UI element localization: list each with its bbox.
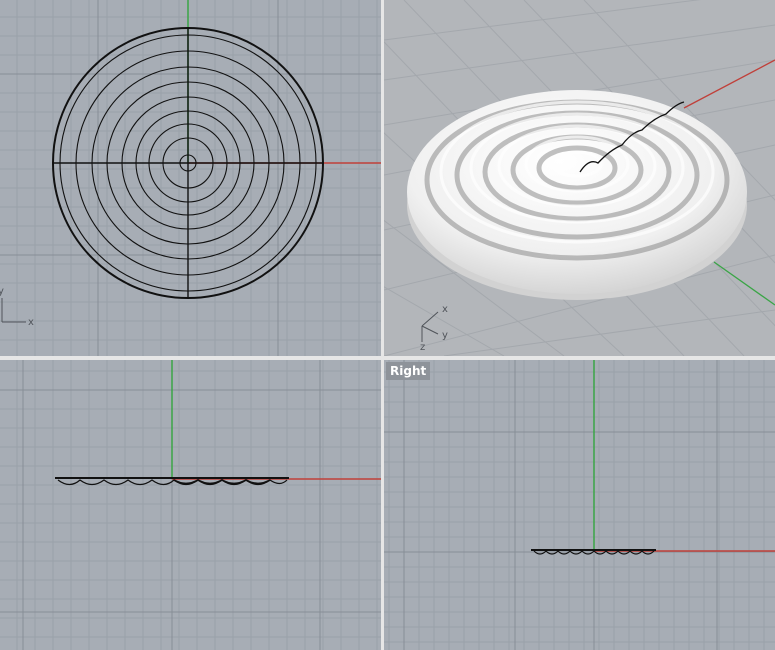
axis-z-label: z	[420, 342, 425, 353]
perspective-view-canvas[interactable]: x y z	[384, 0, 775, 356]
front-view-canvas[interactable]	[0, 360, 381, 650]
viewport-top[interactable]: x y	[0, 0, 381, 356]
axis-y-label: y	[442, 330, 448, 341]
viewport-label-right[interactable]: Right	[386, 362, 431, 380]
axis-x-label: x	[28, 317, 34, 328]
right-view-canvas[interactable]	[384, 360, 775, 650]
viewport-perspective[interactable]: x y z	[384, 0, 775, 356]
spiral-surface	[407, 90, 747, 300]
axis-y-label: y	[0, 286, 4, 297]
viewport-right[interactable]: Right	[384, 360, 775, 650]
axis-x-label: x	[442, 304, 448, 315]
viewport-front[interactable]	[0, 360, 381, 650]
top-view-canvas[interactable]: x y	[0, 0, 381, 356]
